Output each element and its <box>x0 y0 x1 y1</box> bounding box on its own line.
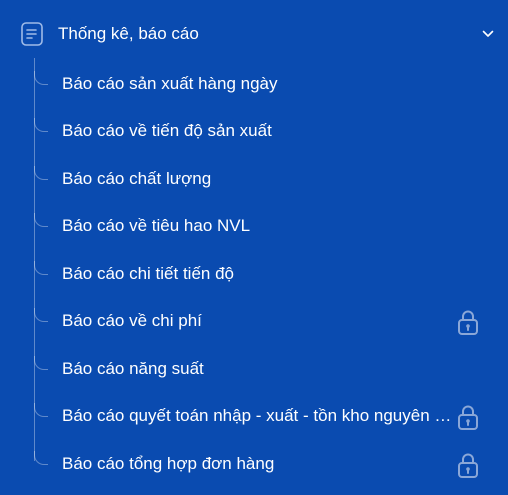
tree-branch <box>34 261 48 275</box>
tree-branch <box>34 451 48 465</box>
lock-icon <box>458 310 478 335</box>
reports-menu: Thống kê, báo cáo Báo cáo sản xuất hàng … <box>0 0 508 495</box>
menu-item-label: Báo cáo chi tiết tiến độ <box>62 264 235 283</box>
menu-item-production-progress-report[interactable]: Báo cáo về tiến độ sản xuất <box>0 112 508 152</box>
menu-item-label: Báo cáo chất lượng <box>62 169 212 188</box>
menu-item-quality-report[interactable]: Báo cáo chất lượng <box>0 160 508 200</box>
menu-item-label: Báo cáo về tiến độ sản xuất <box>62 121 272 140</box>
lock-icon <box>458 405 478 430</box>
menu-item-label: Báo cáo về tiêu hao NVL <box>62 216 251 235</box>
menu-item-label: Báo cáo tổng hợp đơn hàng <box>62 454 275 473</box>
menu-item-material-consumption-report[interactable]: Báo cáo về tiêu hao NVL <box>0 207 508 247</box>
lock-icon <box>458 453 478 478</box>
menu-item-label: Báo cáo quyết toán nhập - xuất - tồn kho… <box>62 406 454 425</box>
menu-item-order-summary-report[interactable]: Báo cáo tổng hợp đơn hàng <box>0 445 508 485</box>
tree-branch <box>34 118 48 132</box>
document-icon <box>21 22 43 46</box>
menu-item-productivity-report[interactable]: Báo cáo năng suất <box>0 350 508 390</box>
tree-branch <box>34 356 48 370</box>
tree-branch <box>34 308 48 322</box>
menu-item-cost-report[interactable]: Báo cáo về chi phí <box>0 302 508 342</box>
menu-item-daily-production-report[interactable]: Báo cáo sản xuất hàng ngày <box>0 65 508 105</box>
group-title: Thống kê, báo cáo <box>58 24 199 43</box>
menu-item-label: Báo cáo năng suất <box>62 359 204 378</box>
tree-branch <box>34 166 48 180</box>
tree-branch <box>34 403 48 417</box>
menu-item-progress-detail-report[interactable]: Báo cáo chi tiết tiến độ <box>0 255 508 295</box>
tree-branch <box>34 213 48 227</box>
menu-item-label: Báo cáo về chi phí <box>62 311 202 330</box>
reports-group-header[interactable]: Thống kê, báo cáo <box>0 13 508 55</box>
tree-branch <box>34 71 48 85</box>
menu-item-label: Báo cáo sản xuất hàng ngày <box>62 74 278 93</box>
menu-item-inventory-settlement-report[interactable]: Báo cáo quyết toán nhập - xuất - tồn kho… <box>0 397 508 437</box>
chevron-down-icon[interactable] <box>481 27 495 41</box>
